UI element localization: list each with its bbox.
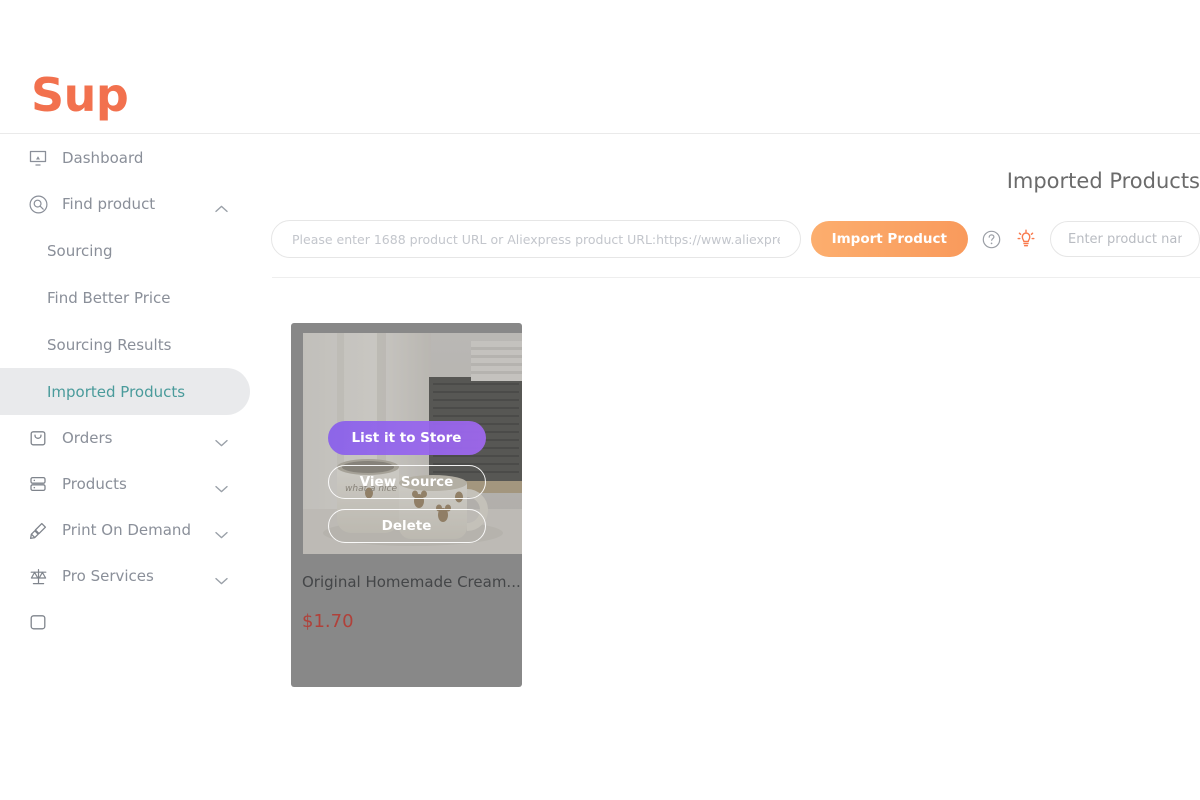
chevron-down-icon (215, 434, 228, 447)
product-card[interactable]: what a nice List it to Store View Source… (291, 323, 522, 687)
sidebar-item-find-product[interactable]: Find product (0, 181, 250, 227)
dashboard-icon (25, 145, 51, 171)
product-price: $1.70 (302, 611, 354, 632)
import-product-button[interactable]: Import Product (810, 221, 968, 257)
question-mark-circle-icon[interactable] (982, 230, 1001, 249)
sidebar-subitem-sourcing[interactable]: Sourcing (0, 227, 250, 274)
scales-icon (25, 563, 51, 589)
top-white-band (0, 0, 1200, 56)
sidebar-item-orders[interactable]: Orders (0, 415, 250, 461)
product-card-actions: List it to Store View Source Delete (291, 421, 522, 543)
sidebar-item-pro-services[interactable]: Pro Services (0, 553, 250, 599)
search-circle-icon (25, 191, 51, 217)
sidebar-subitem-label: Sourcing Results (47, 335, 172, 354)
sidebar-subitem-label: Imported Products (47, 382, 186, 401)
sidebar: Dashboard Find product Sourcing Find Bet… (0, 135, 271, 690)
page-title: Imported Products (1006, 169, 1200, 193)
app-header: Sup (0, 56, 1200, 163)
sidebar-subitem-find-better-price[interactable]: Find Better Price (0, 274, 250, 321)
product-url-input[interactable] (271, 220, 801, 258)
chevron-up-icon (215, 200, 228, 213)
sidebar-item-partial-cutoff[interactable] (0, 599, 250, 645)
sidebar-item-label: Orders (62, 429, 113, 447)
sidebar-item-label: Print On Demand (62, 521, 191, 539)
sidebar-subitem-label: Sourcing (47, 241, 113, 260)
sidebar-subitem-imported-products[interactable]: Imported Products (0, 368, 250, 415)
partial-icon (25, 609, 51, 635)
chevron-down-icon (215, 526, 228, 539)
sidebar-item-products[interactable]: Products (0, 461, 250, 507)
sidebar-item-label: Dashboard (62, 149, 144, 167)
shopping-bag-icon (25, 425, 51, 451)
sidebar-item-print-on-demand[interactable]: Print On Demand (0, 507, 250, 553)
view-source-button[interactable]: View Source (327, 465, 486, 499)
app-logo[interactable]: Sup (31, 66, 129, 124)
sidebar-item-label: Pro Services (62, 567, 154, 585)
chevron-down-icon (215, 480, 228, 493)
sidebar-subitem-sourcing-results[interactable]: Sourcing Results (0, 321, 250, 368)
lightbulb-icon[interactable] (1016, 228, 1036, 250)
boxes-icon (25, 471, 51, 497)
list-it-to-store-button[interactable]: List it to Store (327, 421, 486, 455)
app-root: Sup Dashboard Find product Sourcing Find… (0, 0, 1200, 800)
import-toolbar: Import Product (271, 218, 1200, 260)
sidebar-item-label: Find product (62, 195, 156, 213)
product-search-input[interactable] (1050, 221, 1200, 257)
sidebar-item-label: Products (62, 475, 127, 493)
chevron-down-icon (215, 572, 228, 585)
pen-ruler-icon (25, 517, 51, 543)
sidebar-item-dashboard[interactable]: Dashboard (0, 135, 250, 181)
product-title: Original Homemade Cream... (302, 573, 521, 591)
main-content: Imported Products Import Product (271, 135, 1200, 800)
sidebar-subitem-label: Find Better Price (47, 288, 171, 307)
toolbar-divider (272, 277, 1200, 278)
delete-button[interactable]: Delete (327, 509, 486, 543)
